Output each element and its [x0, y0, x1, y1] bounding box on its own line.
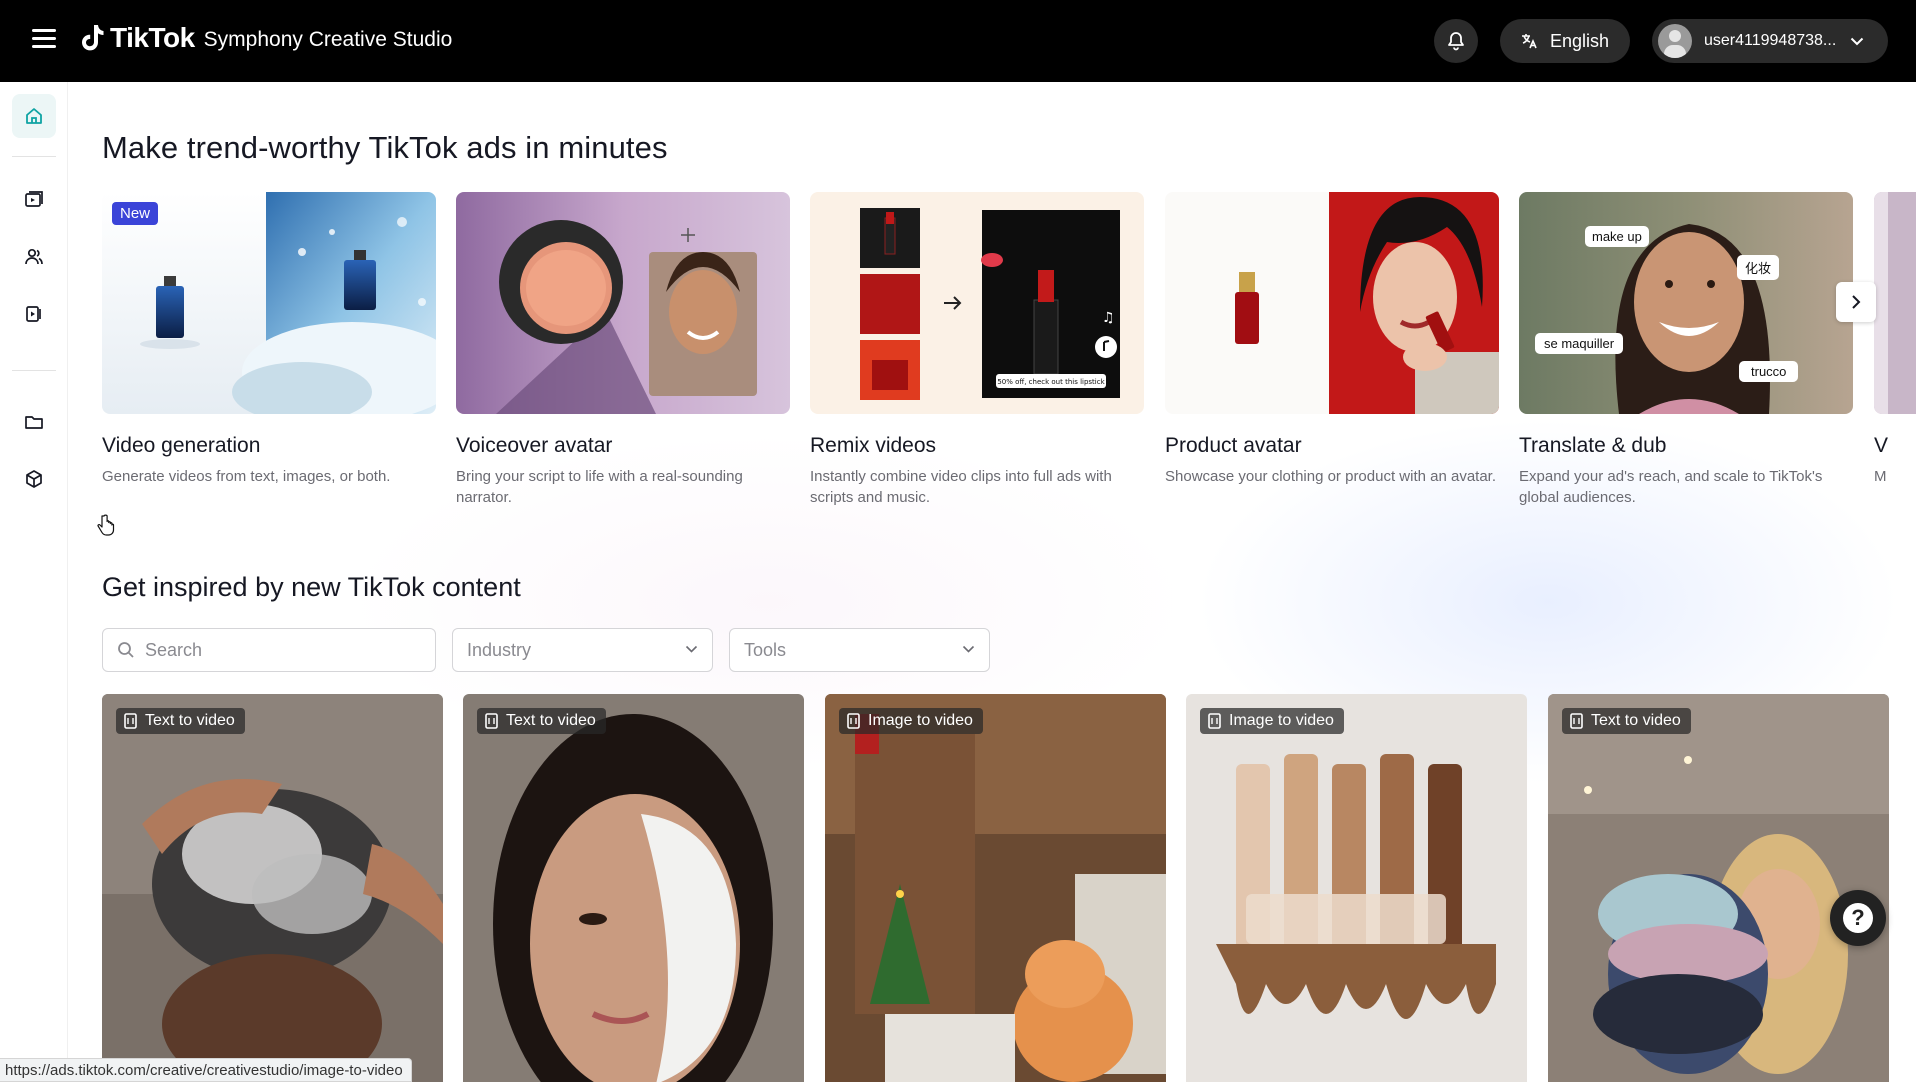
feature-description: Showcase your clothing or product with a…: [1165, 468, 1497, 485]
users-icon: [25, 248, 43, 265]
tile-badge-label: Image to video: [1229, 712, 1334, 729]
chip-trucco: trucco: [1739, 361, 1799, 382]
industry-placeholder: Industry: [467, 639, 532, 660]
content-tile[interactable]: Text to video: [1548, 694, 1889, 1082]
content-tile[interactable]: Text to video: [463, 694, 804, 1082]
feature-thumbnail: [456, 192, 790, 414]
feature-thumbnail: make up 化妆 se maquiller trucco: [1519, 192, 1853, 414]
sidebar: [0, 82, 68, 1082]
video-badge-icon: [124, 713, 137, 729]
feature-title: Translate & dub: [1519, 434, 1667, 457]
folder-icon: [25, 416, 43, 429]
tile-badge-label: Text to video: [1591, 712, 1681, 729]
logo[interactable]: TikTok Symphony Creative Studio: [80, 22, 452, 54]
search-placeholder: Search: [145, 639, 203, 660]
chip-make-up: make up: [1585, 226, 1649, 247]
sidebar-divider: [12, 156, 56, 157]
search-icon: [118, 642, 134, 658]
tile-badge: Text to video: [116, 708, 245, 734]
menu-icon[interactable]: [32, 29, 56, 51]
brand-name: TikTok: [110, 22, 195, 53]
feature-title: Remix videos: [810, 434, 937, 457]
hand-cursor-icon: [97, 514, 115, 536]
tile-badge: Text to video: [1562, 708, 1691, 734]
notifications-button[interactable]: [1434, 19, 1478, 63]
sidebar-item-products[interactable]: [12, 457, 56, 501]
help-button[interactable]: ?: [1830, 890, 1886, 946]
tile-badge-label: Text to video: [145, 712, 235, 729]
feature-description: Generate videos from text, images, or bo…: [102, 468, 391, 485]
user-menu[interactable]: user4119948738...: [1652, 19, 1888, 63]
feature-thumbnail: ♫ 50% off, check out this lipstick: [810, 192, 1144, 414]
chip-se-maquiller: se maquiller: [1535, 333, 1624, 354]
feature-card-partial[interactable]: V M: [1874, 192, 1916, 487]
chip-chinese: 化妆: [1737, 255, 1780, 280]
avatar: [1658, 24, 1692, 58]
bell-icon: [1448, 32, 1464, 51]
language-label: English: [1550, 30, 1610, 51]
feature-title: Video generation: [102, 434, 261, 457]
video-library-icon: [25, 191, 43, 207]
section-title: Get inspired by new TikTok content: [102, 572, 521, 602]
video-badge-icon: [485, 713, 498, 729]
industry-select[interactable]: Industry: [452, 628, 713, 672]
box-icon: [26, 470, 42, 488]
home-icon: [26, 108, 42, 124]
feature-thumbnail: [1874, 192, 1916, 414]
feature-card-translate-dub[interactable]: make up 化妆 se maquiller trucco Translate…: [1519, 192, 1853, 508]
search-input[interactable]: Search: [102, 628, 436, 672]
chevron-down-icon: [685, 645, 698, 653]
content-tile[interactable]: Image to video: [825, 694, 1166, 1082]
tools-select[interactable]: Tools: [729, 628, 990, 672]
sidebar-divider: [12, 370, 56, 371]
content-tile[interactable]: Text to video: [102, 694, 443, 1082]
feature-card-voiceover-avatar[interactable]: Voiceover avatar Bring your script to li…: [456, 192, 790, 508]
language-selector[interactable]: English: [1500, 19, 1630, 63]
tile-badge-label: Text to video: [506, 712, 596, 729]
feature-description: Instantly combine video clips into full …: [810, 468, 1112, 506]
sidebar-item-video-library[interactable]: [12, 178, 56, 222]
tiktok-logo-icon: [82, 25, 104, 51]
tools-placeholder: Tools: [744, 639, 787, 660]
video-edit-icon: [26, 306, 41, 322]
feature-card-remix-videos[interactable]: ♫ 50% off, check out this lipstick Remix…: [810, 192, 1144, 508]
content-tile[interactable]: Image to video: [1186, 694, 1527, 1082]
remix-overlay-text: 50% off, check out this lipstick: [997, 378, 1105, 386]
feature-description: Expand your ad's reach, and scale to Tik…: [1519, 468, 1823, 506]
feature-description: M: [1874, 468, 1887, 485]
carousel-next-button[interactable]: [1836, 282, 1876, 322]
feature-title: V: [1874, 434, 1889, 457]
page-title: Make trend-worthy TikTok ads in minutes: [102, 130, 668, 165]
feature-card-product-avatar[interactable]: Product avatar Showcase your clothing or…: [1165, 192, 1499, 487]
tile-badge: Image to video: [1200, 708, 1344, 734]
product-name: Symphony Creative Studio: [203, 28, 453, 51]
feature-title: Voiceover avatar: [456, 434, 613, 457]
feature-description: Bring your script to life with a real-so…: [456, 468, 743, 506]
sidebar-item-assets[interactable]: [12, 400, 56, 444]
top-bar: TikTok Symphony Creative Studio English …: [0, 0, 1916, 82]
translate-icon: [1522, 34, 1537, 49]
feature-card-video-generation[interactable]: New Video generation Generate videos fro…: [102, 192, 436, 487]
tile-badge: Text to video: [477, 708, 606, 734]
tile-badge-label: Image to video: [868, 712, 973, 729]
new-badge: New: [112, 202, 159, 225]
chevron-right-icon: [1852, 295, 1861, 309]
svg-text:♫: ♫: [1102, 310, 1115, 326]
video-badge-icon: [1570, 713, 1583, 729]
sidebar-item-avatars[interactable]: [12, 235, 56, 279]
video-badge-icon: [1208, 713, 1221, 729]
sidebar-item-home[interactable]: [12, 94, 56, 138]
username: user4119948738...: [1704, 32, 1837, 49]
feature-title: Product avatar: [1165, 434, 1302, 457]
status-url: https://ads.tiktok.com/creative/creative…: [0, 1058, 412, 1082]
video-badge-icon: [847, 713, 860, 729]
tile-badge: Image to video: [839, 708, 983, 734]
sidebar-item-video-editor[interactable]: [12, 292, 56, 336]
chevron-down-icon: [1851, 37, 1864, 45]
feature-thumbnail: [1165, 192, 1499, 414]
chevron-down-icon: [962, 645, 975, 653]
question-icon: ?: [1843, 903, 1873, 933]
feature-thumbnail: New: [102, 192, 436, 414]
